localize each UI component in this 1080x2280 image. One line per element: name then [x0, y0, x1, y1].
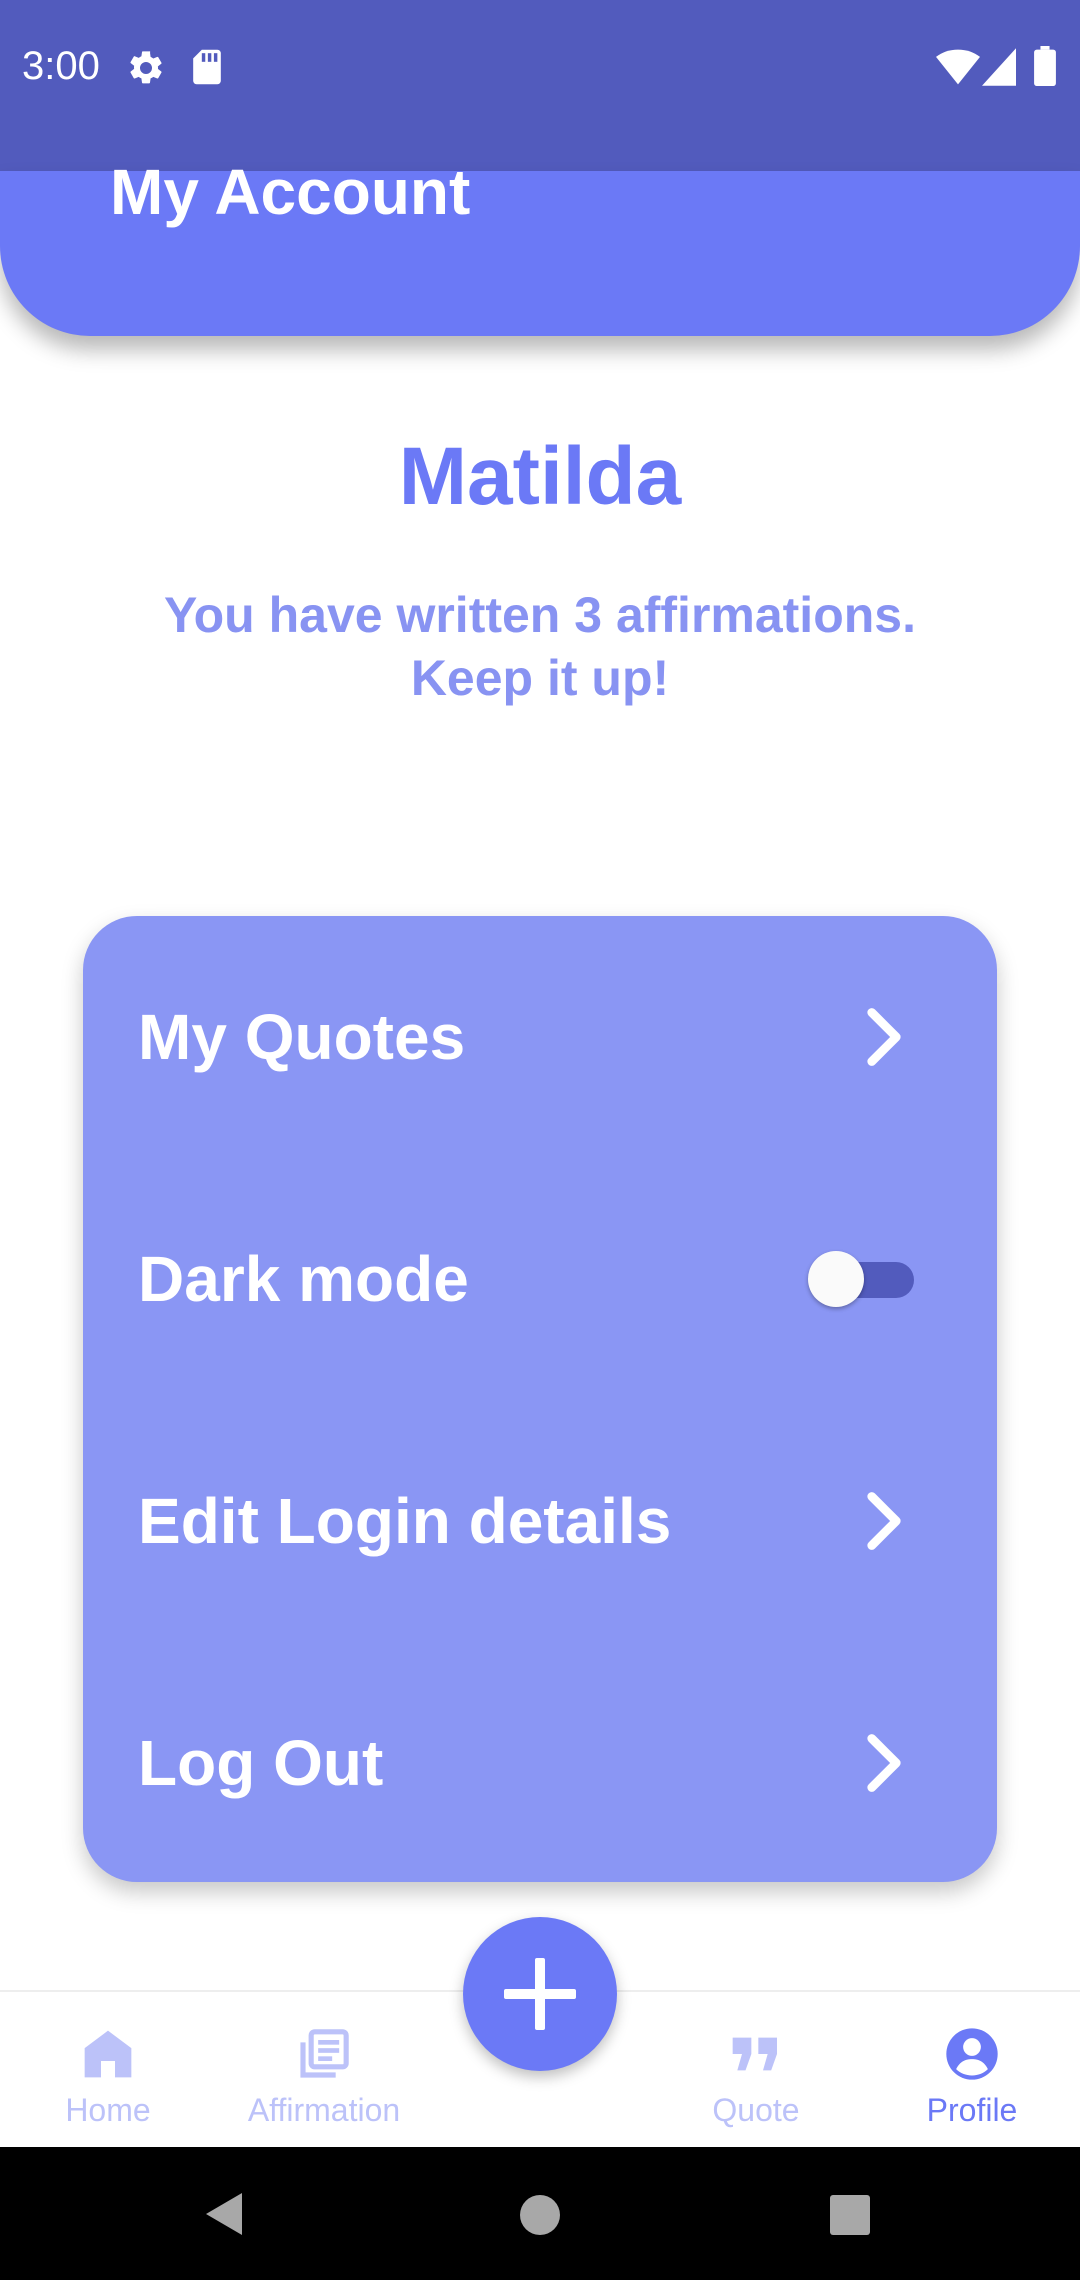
nav-label: Profile: [926, 2092, 1018, 2128]
add-affirmation-button[interactable]: [463, 1917, 617, 2071]
menu-item-label: Log Out: [138, 1727, 384, 1799]
stats-line: You have written 3 affirmations.: [163, 587, 916, 643]
menu-item-label: My Quotes: [138, 1001, 466, 1073]
nav-home[interactable]: Home: [0, 1992, 216, 2149]
status-time: 3:00: [22, 44, 100, 88]
battery-icon: [1034, 46, 1056, 86]
system-navigation-bar: [0, 2147, 1080, 2280]
home-button-icon[interactable]: [518, 2193, 562, 2237]
wifi-icon: [936, 49, 980, 85]
nav-label: Affirmation: [247, 2092, 401, 2128]
home-icon: [84, 2030, 132, 2078]
nav-affirmation[interactable]: Affirmation: [216, 1992, 432, 2149]
recents-icon[interactable]: [828, 2193, 872, 2237]
nav-quote[interactable]: Quote: [648, 1992, 864, 2149]
menu-item-label: Edit Login details: [138, 1485, 672, 1557]
user-name: Matilda: [398, 431, 682, 522]
nav-label: Home: [65, 2092, 151, 2128]
affirmation-stats: You have written 3 affirmations. Keep it…: [60, 584, 1020, 710]
back-icon[interactable]: [200, 2189, 250, 2239]
header: My Account: [0, 156, 1080, 336]
chevron-right-icon: [867, 1008, 901, 1066]
nav-profile[interactable]: Profile: [864, 1992, 1080, 2149]
plus-icon: [504, 1958, 576, 2030]
affirmation-icon: [300, 2029, 349, 2078]
account-menu-card: My Quotes Dark mode Edit Login details L…: [83, 916, 997, 1882]
toggle-thumb: [808, 1251, 864, 1307]
signal-icon: [982, 48, 1016, 86]
nav-label: Quote: [712, 2092, 800, 2128]
menu-item-edit-login-details[interactable]: Edit Login details: [83, 1400, 997, 1642]
chevron-right-icon: [867, 1734, 901, 1792]
sd-card-icon: [193, 49, 221, 85]
profile-icon: [946, 2028, 998, 2080]
menu-item-dark-mode: Dark mode: [83, 1158, 997, 1400]
menu-item-label: Dark mode: [138, 1243, 469, 1315]
dark-mode-toggle[interactable]: [808, 1250, 916, 1308]
gear-icon: [130, 51, 162, 84]
menu-item-my-quotes[interactable]: My Quotes: [83, 916, 997, 1158]
status-bar: 3:00: [0, 0, 1080, 171]
quote-icon: [732, 2037, 777, 2071]
page-title: My Account: [110, 156, 471, 228]
stats-encouragement: Keep it up!: [410, 650, 670, 706]
menu-item-log-out[interactable]: Log Out: [83, 1642, 997, 1884]
chevron-right-icon: [867, 1492, 901, 1550]
